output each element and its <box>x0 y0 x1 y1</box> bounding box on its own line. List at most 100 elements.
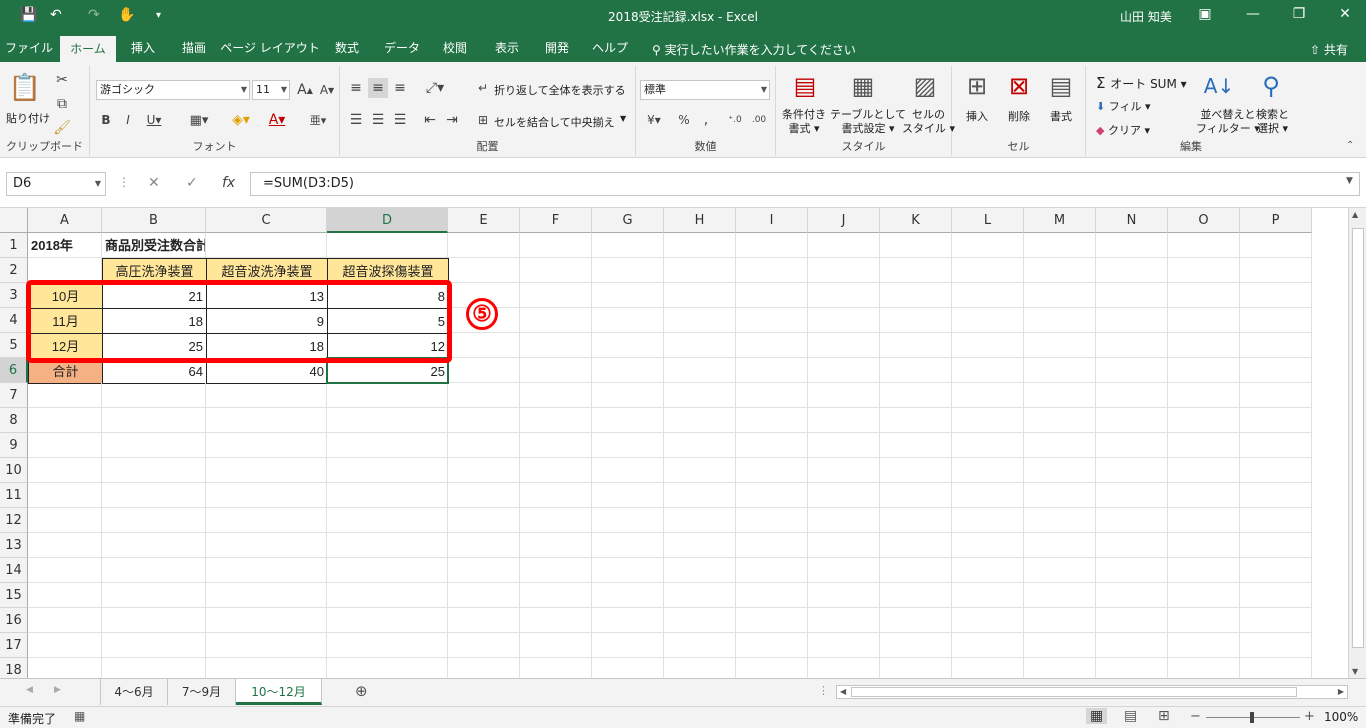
row-header-12[interactable]: 12 <box>0 508 28 533</box>
row-header-16[interactable]: 16 <box>0 608 28 633</box>
copy-icon[interactable]: ⧉ <box>52 94 72 114</box>
paste-icon[interactable]: 📋 <box>8 70 42 106</box>
cell-g18[interactable] <box>592 658 664 678</box>
align-bottom-icon[interactable]: ≡ <box>390 78 410 98</box>
cell-d12[interactable] <box>327 508 448 533</box>
cell-g7[interactable] <box>592 383 664 408</box>
cell-l3[interactable] <box>952 283 1024 308</box>
cell-k8[interactable] <box>880 408 952 433</box>
cell-i3[interactable] <box>736 283 808 308</box>
cell-e10[interactable] <box>448 458 520 483</box>
delete-cells-button[interactable]: 削除 <box>1008 108 1030 124</box>
cell-o2[interactable] <box>1168 258 1240 283</box>
cell-h8[interactable] <box>664 408 736 433</box>
cell-i7[interactable] <box>736 383 808 408</box>
cell-p10[interactable] <box>1240 458 1312 483</box>
zoom-slider-thumb[interactable] <box>1250 712 1254 723</box>
cell-n13[interactable] <box>1096 533 1168 558</box>
cell-n15[interactable] <box>1096 583 1168 608</box>
italic-icon[interactable]: I <box>120 110 136 130</box>
row-header-10[interactable]: 10 <box>0 458 28 483</box>
cell-m16[interactable] <box>1024 608 1096 633</box>
cell-i17[interactable] <box>736 633 808 658</box>
cell-m8[interactable] <box>1024 408 1096 433</box>
cell-j5[interactable] <box>808 333 880 358</box>
sheet-tab-oct-dec[interactable]: 10～12月 <box>236 679 322 705</box>
cell-c16[interactable] <box>206 608 327 633</box>
cell-k2[interactable] <box>880 258 952 283</box>
tab-formulas[interactable]: 数式 <box>322 34 372 62</box>
fill-button[interactable]: ⬇ フィル ▾ <box>1096 98 1151 114</box>
cell-k6[interactable] <box>880 358 952 383</box>
number-format-combo[interactable]: 標準 ▼ <box>640 80 770 100</box>
sheet-tab-jul-sep[interactable]: 7～9月 <box>168 679 236 705</box>
paste-button[interactable]: 貼り付け <box>6 110 50 126</box>
cell-h9[interactable] <box>664 433 736 458</box>
cell-a10[interactable] <box>28 458 102 483</box>
cell-c8[interactable] <box>206 408 327 433</box>
cell-f15[interactable] <box>520 583 592 608</box>
cell-m1[interactable] <box>1024 233 1096 258</box>
tell-me-box[interactable]: ⚲ 実行したい作業を入力してください <box>652 41 856 58</box>
user-name[interactable]: 山田 知美 <box>1120 8 1172 25</box>
cell-p2[interactable] <box>1240 258 1312 283</box>
column-header-m[interactable]: M <box>1024 208 1096 233</box>
cell-f3[interactable] <box>520 283 592 308</box>
cell-m12[interactable] <box>1024 508 1096 533</box>
cell-j4[interactable] <box>808 308 880 333</box>
cell-f1[interactable] <box>520 233 592 258</box>
cell-j2[interactable] <box>808 258 880 283</box>
cell-o1[interactable] <box>1168 233 1240 258</box>
tab-data[interactable]: データ <box>374 34 430 62</box>
cell-h16[interactable] <box>664 608 736 633</box>
formula-input[interactable]: =SUM(D3:D5) <box>250 172 1360 196</box>
format-cells-button[interactable]: 書式 <box>1050 108 1072 124</box>
cell-m7[interactable] <box>1024 383 1096 408</box>
sort-filter-button[interactable]: 並べ替えと フィルター ▾ <box>1196 108 1260 136</box>
cell-g6[interactable] <box>592 358 664 383</box>
cell-o13[interactable] <box>1168 533 1240 558</box>
decrease-decimal-icon[interactable]: .00 <box>748 110 770 130</box>
cell-l1[interactable] <box>952 233 1024 258</box>
cell-j9[interactable] <box>808 433 880 458</box>
cell-styles-icon[interactable]: ▨ <box>910 70 940 102</box>
minimize-icon[interactable]: — <box>1238 6 1268 22</box>
cell-g10[interactable] <box>592 458 664 483</box>
cell-d18[interactable] <box>327 658 448 678</box>
cell-o14[interactable] <box>1168 558 1240 583</box>
cell-b13[interactable] <box>102 533 206 558</box>
cell-p7[interactable] <box>1240 383 1312 408</box>
increase-decimal-icon[interactable]: ⁺.0 <box>724 110 746 130</box>
cell-k7[interactable] <box>880 383 952 408</box>
zoom-in-icon[interactable]: + <box>1304 709 1315 724</box>
cell-e14[interactable] <box>448 558 520 583</box>
align-right-icon[interactable]: ☰ <box>390 110 410 130</box>
cell-l18[interactable] <box>952 658 1024 678</box>
row-header-9[interactable]: 9 <box>0 433 28 458</box>
cell-i11[interactable] <box>736 483 808 508</box>
sheet-tab-apr-jun[interactable]: 4～6月 <box>100 679 168 705</box>
format-as-table-icon[interactable]: ▦ <box>848 70 878 102</box>
clear-button[interactable]: ◆ クリア ▾ <box>1096 122 1150 138</box>
cell-n17[interactable] <box>1096 633 1168 658</box>
cell-b16[interactable] <box>102 608 206 633</box>
cell-h18[interactable] <box>664 658 736 678</box>
cell-p14[interactable] <box>1240 558 1312 583</box>
cell-l9[interactable] <box>952 433 1024 458</box>
cell-d2[interactable]: 超音波探傷装置 <box>327 258 449 284</box>
increase-indent-icon[interactable]: ⇥ <box>442 110 462 130</box>
tab-review[interactable]: 校閲 <box>430 34 480 62</box>
cell-e1[interactable] <box>448 233 520 258</box>
cell-c2[interactable]: 超音波洗浄装置 <box>206 258 328 284</box>
cell-d7[interactable] <box>327 383 448 408</box>
grow-font-icon[interactable]: A ▲ <box>296 80 314 100</box>
cell-d4[interactable]: 5 <box>327 308 449 334</box>
cell-m3[interactable] <box>1024 283 1096 308</box>
cell-f7[interactable] <box>520 383 592 408</box>
cell-j13[interactable] <box>808 533 880 558</box>
cell-o15[interactable] <box>1168 583 1240 608</box>
cell-m14[interactable] <box>1024 558 1096 583</box>
cell-l10[interactable] <box>952 458 1024 483</box>
cell-l14[interactable] <box>952 558 1024 583</box>
find-select-button[interactable]: 検索と 選択 ▾ <box>1256 108 1289 136</box>
